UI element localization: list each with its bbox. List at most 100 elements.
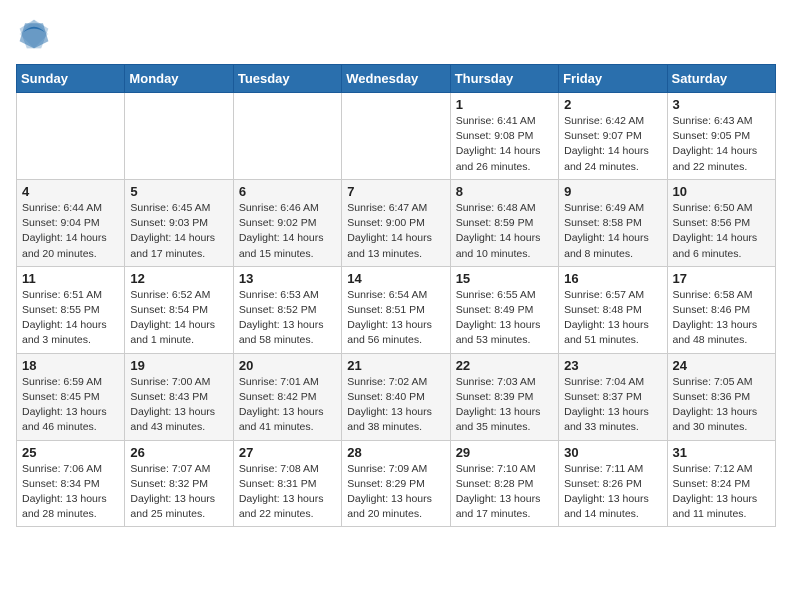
day-info: Sunrise: 6:50 AM Sunset: 8:56 PM Dayligh… [673,201,770,262]
calendar-cell: 20Sunrise: 7:01 AM Sunset: 8:42 PM Dayli… [233,353,341,440]
calendar-week-2: 4 Sunrise: 6:44 AM Sunset: 9:04 PM Daylig… [17,179,776,266]
day-number: 30 [564,445,661,460]
day-info: Sunrise: 7:02 AM Sunset: 8:40 PM Dayligh… [347,375,444,436]
day-info: Sunrise: 7:04 AM Sunset: 8:37 PM Dayligh… [564,375,661,436]
day-number: 10 [673,184,770,199]
calendar-cell: 17 Sunrise: 6:58 AM Sunset: 8:46 PM Dayli… [667,266,775,353]
day-info: Sunrise: 6:43 AM Sunset: 9:05 PM Dayligh… [673,114,770,175]
day-number: 6 [239,184,336,199]
day-info: Sunrise: 6:49 AM Sunset: 8:58 PM Dayligh… [564,201,661,262]
day-number: 20 [239,358,336,373]
calendar-cell: 21 Sunrise: 7:02 AM Sunset: 8:40 PM Dayli… [342,353,450,440]
day-info: Sunrise: 6:51 AM Sunset: 8:55 PM Dayligh… [22,288,119,349]
calendar-cell: 3 Sunrise: 6:43 AM Sunset: 9:05 PM Daylig… [667,93,775,180]
calendar-cell [342,93,450,180]
weekday-header-sunday: Sunday [17,65,125,93]
calendar-cell: 10 Sunrise: 6:50 AM Sunset: 8:56 PM Dayli… [667,179,775,266]
day-info: Sunrise: 7:09 AM Sunset: 8:29 PM Dayligh… [347,462,444,523]
calendar-body: 1Sunrise: 6:41 AM Sunset: 9:08 PM Daylig… [17,93,776,527]
day-number: 26 [130,445,227,460]
day-number: 5 [130,184,227,199]
day-number: 17 [673,271,770,286]
day-info: Sunrise: 7:07 AM Sunset: 8:32 PM Dayligh… [130,462,227,523]
day-number: 4 [22,184,119,199]
day-info: Sunrise: 7:03 AM Sunset: 8:39 PM Dayligh… [456,375,553,436]
day-number: 9 [564,184,661,199]
day-info: Sunrise: 6:47 AM Sunset: 9:00 PM Dayligh… [347,201,444,262]
calendar-cell: 8 Sunrise: 6:48 AM Sunset: 8:59 PM Daylig… [450,179,558,266]
day-info: Sunrise: 6:48 AM Sunset: 8:59 PM Dayligh… [456,201,553,262]
day-number: 3 [673,97,770,112]
weekday-header-saturday: Saturday [667,65,775,93]
day-number: 27 [239,445,336,460]
day-info: Sunrise: 7:05 AM Sunset: 8:36 PM Dayligh… [673,375,770,436]
day-info: Sunrise: 6:44 AM Sunset: 9:04 PM Dayligh… [22,201,119,262]
calendar-cell: 11Sunrise: 6:51 AM Sunset: 8:55 PM Dayli… [17,266,125,353]
calendar-cell: 19 Sunrise: 7:00 AM Sunset: 8:43 PM Dayli… [125,353,233,440]
day-number: 12 [130,271,227,286]
calendar-cell: 31 Sunrise: 7:12 AM Sunset: 8:24 PM Dayli… [667,440,775,527]
day-number: 8 [456,184,553,199]
day-info: Sunrise: 7:10 AM Sunset: 8:28 PM Dayligh… [456,462,553,523]
day-number: 25 [22,445,119,460]
day-number: 15 [456,271,553,286]
calendar-cell: 18 Sunrise: 6:59 AM Sunset: 8:45 PM Dayli… [17,353,125,440]
calendar-cell: 13 Sunrise: 6:53 AM Sunset: 8:52 PM Dayli… [233,266,341,353]
calendar-cell: 24 Sunrise: 7:05 AM Sunset: 8:36 PM Dayli… [667,353,775,440]
calendar-cell: 4 Sunrise: 6:44 AM Sunset: 9:04 PM Daylig… [17,179,125,266]
logo [16,16,58,52]
calendar-cell: 29Sunrise: 7:10 AM Sunset: 8:28 PM Dayli… [450,440,558,527]
calendar-cell: 28 Sunrise: 7:09 AM Sunset: 8:29 PM Dayli… [342,440,450,527]
calendar-cell: 26 Sunrise: 7:07 AM Sunset: 8:32 PM Dayli… [125,440,233,527]
day-number: 7 [347,184,444,199]
calendar-week-5: 25 Sunrise: 7:06 AM Sunset: 8:34 PM Dayli… [17,440,776,527]
calendar-cell [125,93,233,180]
day-number: 14 [347,271,444,286]
day-number: 19 [130,358,227,373]
weekday-header-thursday: Thursday [450,65,558,93]
calendar-cell: 12Sunrise: 6:52 AM Sunset: 8:54 PM Dayli… [125,266,233,353]
calendar-cell: 22Sunrise: 7:03 AM Sunset: 8:39 PM Dayli… [450,353,558,440]
calendar-cell: 15 Sunrise: 6:55 AM Sunset: 8:49 PM Dayli… [450,266,558,353]
day-number: 21 [347,358,444,373]
day-info: Sunrise: 6:55 AM Sunset: 8:49 PM Dayligh… [456,288,553,349]
page-header [16,16,776,52]
day-number: 16 [564,271,661,286]
day-info: Sunrise: 6:45 AM Sunset: 9:03 PM Dayligh… [130,201,227,262]
calendar-cell: 14 Sunrise: 6:54 AM Sunset: 8:51 PM Dayli… [342,266,450,353]
day-info: Sunrise: 7:00 AM Sunset: 8:43 PM Dayligh… [130,375,227,436]
day-number: 1 [456,97,553,112]
calendar-cell: 5 Sunrise: 6:45 AM Sunset: 9:03 PM Daylig… [125,179,233,266]
day-number: 18 [22,358,119,373]
calendar-cell [17,93,125,180]
calendar-table: SundayMondayTuesdayWednesdayThursdayFrid… [16,64,776,527]
day-info: Sunrise: 7:11 AM Sunset: 8:26 PM Dayligh… [564,462,661,523]
logo-icon [16,16,52,52]
day-number: 13 [239,271,336,286]
weekday-header-friday: Friday [559,65,667,93]
day-number: 28 [347,445,444,460]
calendar-cell: 27 Sunrise: 7:08 AM Sunset: 8:31 PM Dayli… [233,440,341,527]
calendar-cell: 16Sunrise: 6:57 AM Sunset: 8:48 PM Dayli… [559,266,667,353]
day-info: Sunrise: 7:06 AM Sunset: 8:34 PM Dayligh… [22,462,119,523]
calendar-week-1: 1Sunrise: 6:41 AM Sunset: 9:08 PM Daylig… [17,93,776,180]
calendar-week-3: 11Sunrise: 6:51 AM Sunset: 8:55 PM Dayli… [17,266,776,353]
calendar-cell: 2 Sunrise: 6:42 AM Sunset: 9:07 PM Daylig… [559,93,667,180]
day-info: Sunrise: 6:42 AM Sunset: 9:07 PM Dayligh… [564,114,661,175]
day-info: Sunrise: 7:08 AM Sunset: 8:31 PM Dayligh… [239,462,336,523]
weekday-row: SundayMondayTuesdayWednesdayThursdayFrid… [17,65,776,93]
calendar-cell: 25 Sunrise: 7:06 AM Sunset: 8:34 PM Dayli… [17,440,125,527]
weekday-header-monday: Monday [125,65,233,93]
day-info: Sunrise: 6:53 AM Sunset: 8:52 PM Dayligh… [239,288,336,349]
calendar-cell: 1Sunrise: 6:41 AM Sunset: 9:08 PM Daylig… [450,93,558,180]
day-number: 24 [673,358,770,373]
day-number: 2 [564,97,661,112]
calendar-cell: 23Sunrise: 7:04 AM Sunset: 8:37 PM Dayli… [559,353,667,440]
day-number: 31 [673,445,770,460]
calendar-header: SundayMondayTuesdayWednesdayThursdayFrid… [17,65,776,93]
day-info: Sunrise: 6:59 AM Sunset: 8:45 PM Dayligh… [22,375,119,436]
day-info: Sunrise: 6:58 AM Sunset: 8:46 PM Dayligh… [673,288,770,349]
day-info: Sunrise: 7:12 AM Sunset: 8:24 PM Dayligh… [673,462,770,523]
day-info: Sunrise: 6:54 AM Sunset: 8:51 PM Dayligh… [347,288,444,349]
weekday-header-tuesday: Tuesday [233,65,341,93]
